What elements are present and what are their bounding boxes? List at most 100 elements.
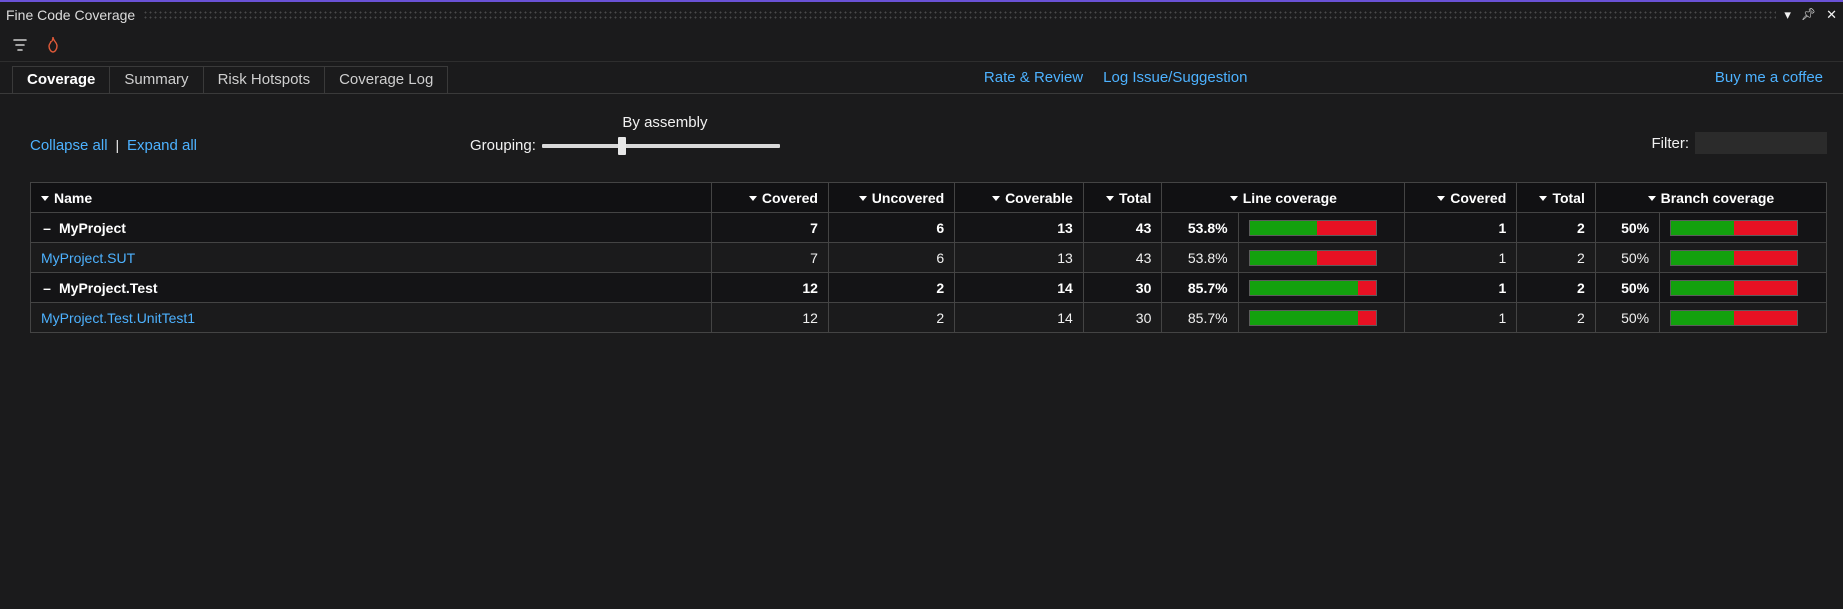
- cell-branch-covered: 1: [1405, 213, 1517, 243]
- window-pin-icon[interactable]: 📌︎: [1801, 7, 1816, 23]
- cell-branch-pct: 50%: [1595, 303, 1659, 333]
- cell-branch-bar: [1660, 273, 1827, 303]
- group-name: MyProject: [59, 220, 126, 236]
- table-group-row: –MyProject.Test122143085.7%1250%: [31, 273, 1827, 303]
- settings-icon[interactable]: [12, 37, 30, 53]
- cell-line-bar: [1238, 273, 1405, 303]
- window-controls: ▾ 📌︎ ✕: [1776, 7, 1837, 23]
- filter-label: Filter:: [1652, 135, 1690, 152]
- tab-summary[interactable]: Summary: [110, 67, 203, 93]
- col-header-total[interactable]: Total: [1083, 183, 1162, 213]
- cell-line-pct: 53.8%: [1162, 213, 1238, 243]
- tab-group: Coverage Summary Risk Hotspots Coverage …: [12, 66, 448, 94]
- tab-coverage-log[interactable]: Coverage Log: [325, 67, 447, 93]
- title-grip[interactable]: [143, 10, 1776, 20]
- cell-total: 43: [1083, 243, 1162, 273]
- table-row: MyProject.SUT 76134353.8% 1250%: [31, 243, 1827, 273]
- table-header-row: Name Covered Uncovered Coverable Total L…: [31, 183, 1827, 213]
- cell-branch-total: 2: [1517, 303, 1596, 333]
- content: Collapse all | Expand all By assembly Gr…: [0, 94, 1843, 341]
- col-header-branch-total[interactable]: Total: [1517, 183, 1596, 213]
- expand-all-link[interactable]: Expand all: [127, 137, 197, 154]
- cell-uncovered: 2: [828, 303, 954, 333]
- window-menu-dropdown-icon[interactable]: ▾: [1784, 7, 1791, 23]
- title-bar: Fine Code Coverage ▾ 📌︎ ✕: [0, 2, 1843, 28]
- tab-coverage[interactable]: Coverage: [13, 67, 110, 93]
- cell-covered: 7: [712, 243, 829, 273]
- cell-total: 30: [1083, 273, 1162, 303]
- cell-coverable: 14: [955, 273, 1084, 303]
- collapse-toggle-icon[interactable]: –: [41, 220, 53, 236]
- tab-risk-hotspots[interactable]: Risk Hotspots: [204, 67, 326, 93]
- coverage-bar: [1249, 220, 1377, 236]
- grouping-mode-label: By assembly: [622, 114, 707, 131]
- slider-thumb[interactable]: [618, 137, 626, 155]
- collapse-all-link[interactable]: Collapse all: [30, 137, 108, 154]
- cell-covered: 12: [712, 303, 829, 333]
- table-group-row: –MyProject76134353.8%1250%: [31, 213, 1827, 243]
- cell-line-pct: 85.7%: [1162, 273, 1238, 303]
- col-header-covered[interactable]: Covered: [712, 183, 829, 213]
- controls-row: Collapse all | Expand all By assembly Gr…: [30, 114, 1827, 154]
- right-link-wrap: Buy me a coffee: [1247, 69, 1831, 86]
- class-link[interactable]: MyProject.Test.UnitTest1: [41, 310, 195, 326]
- cell-line-bar: [1238, 213, 1405, 243]
- coverage-bar: [1670, 280, 1798, 296]
- cell-total: 30: [1083, 303, 1162, 333]
- cell-coverable: 14: [955, 303, 1084, 333]
- tab-label: Risk Hotspots: [218, 71, 311, 88]
- cell-line-bar: [1238, 303, 1405, 333]
- window-close-icon[interactable]: ✕: [1826, 7, 1837, 23]
- col-header-name[interactable]: Name: [31, 183, 712, 213]
- coverage-bar: [1249, 250, 1377, 266]
- cell-name: –MyProject: [31, 213, 712, 243]
- cell-branch-pct: 50%: [1595, 213, 1659, 243]
- grouping-control: By assembly Grouping:: [470, 114, 780, 154]
- col-header-line-coverage[interactable]: Line coverage: [1162, 183, 1405, 213]
- cell-branch-bar: [1660, 303, 1827, 333]
- buy-coffee-link[interactable]: Buy me a coffee: [1715, 69, 1823, 86]
- col-header-branch-covered[interactable]: Covered: [1405, 183, 1517, 213]
- window-title: Fine Code Coverage: [6, 7, 143, 23]
- cell-branch-bar: [1660, 243, 1827, 273]
- coverage-bar: [1670, 250, 1798, 266]
- cell-uncovered: 6: [828, 243, 954, 273]
- cell-branch-covered: 1: [1405, 273, 1517, 303]
- cell-branch-pct: 50%: [1595, 273, 1659, 303]
- col-header-uncovered[interactable]: Uncovered: [828, 183, 954, 213]
- toolbar: [0, 28, 1843, 62]
- class-link[interactable]: MyProject.SUT: [41, 250, 135, 266]
- cell-uncovered: 2: [828, 273, 954, 303]
- grouping-slider[interactable]: [542, 144, 780, 148]
- filter-input[interactable]: [1695, 132, 1827, 154]
- cell-uncovered: 6: [828, 213, 954, 243]
- cell-branch-covered: 1: [1405, 303, 1517, 333]
- col-header-branch-coverage[interactable]: Branch coverage: [1595, 183, 1826, 213]
- cell-line-pct: 53.8%: [1162, 243, 1238, 273]
- col-header-coverable[interactable]: Coverable: [955, 183, 1084, 213]
- grouping-label: Grouping:: [470, 137, 536, 154]
- cell-branch-pct: 50%: [1595, 243, 1659, 273]
- coverage-bar: [1249, 310, 1377, 326]
- cell-total: 43: [1083, 213, 1162, 243]
- cell-coverable: 13: [955, 243, 1084, 273]
- flame-icon[interactable]: [46, 36, 60, 54]
- log-issue-link[interactable]: Log Issue/Suggestion: [1103, 69, 1247, 86]
- cell-line-bar: [1238, 243, 1405, 273]
- cell-branch-total: 2: [1517, 273, 1596, 303]
- cell-line-pct: 85.7%: [1162, 303, 1238, 333]
- coverage-table: Name Covered Uncovered Coverable Total L…: [30, 182, 1827, 333]
- expand-collapse: Collapse all | Expand all: [30, 137, 197, 154]
- cell-branch-bar: [1660, 213, 1827, 243]
- coverage-bar: [1670, 220, 1798, 236]
- cell-branch-total: 2: [1517, 243, 1596, 273]
- collapse-toggle-icon[interactable]: –: [41, 280, 53, 296]
- rate-review-link[interactable]: Rate & Review: [984, 69, 1083, 86]
- tab-row: Coverage Summary Risk Hotspots Coverage …: [0, 62, 1843, 94]
- cell-coverable: 13: [955, 213, 1084, 243]
- cell-branch-total: 2: [1517, 213, 1596, 243]
- table-row: MyProject.Test.UnitTest1122143085.7%1250…: [31, 303, 1827, 333]
- cell-name: –MyProject.Test: [31, 273, 712, 303]
- tab-label: Coverage: [27, 71, 95, 88]
- cell-branch-covered: 1: [1405, 243, 1517, 273]
